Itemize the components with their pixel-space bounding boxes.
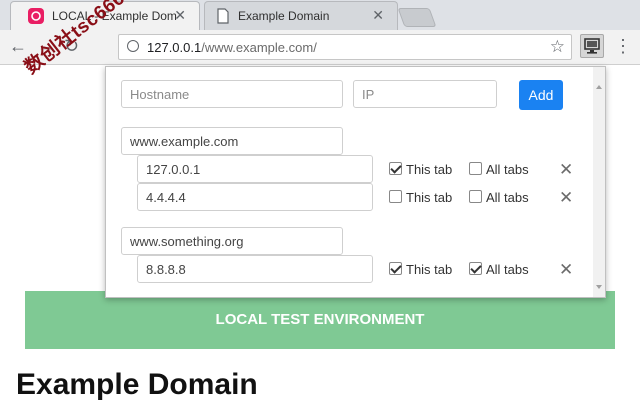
environment-banner: LOCAL TEST ENVIRONMENT — [25, 291, 615, 349]
this-tab-checkbox[interactable] — [389, 162, 402, 175]
url-path: /www.example.com/ — [201, 40, 317, 55]
delete-icon[interactable]: ✕ — [559, 161, 573, 178]
this-tab-label: This tab — [406, 262, 453, 277]
all-tabs-checkbox[interactable] — [469, 262, 482, 275]
this-tab-checkbox[interactable] — [389, 262, 402, 275]
page-title: Example Domain — [16, 368, 258, 401]
menu-kebab-icon[interactable]: ⋮ — [614, 36, 632, 56]
star-icon[interactable]: ☆ — [550, 37, 565, 57]
group-host-field[interactable] — [121, 227, 343, 255]
scroll-up-icon[interactable] — [596, 85, 602, 89]
all-tabs-label: All tabs — [486, 262, 529, 277]
popup-scrollbar[interactable] — [593, 67, 605, 297]
close-icon[interactable]: ✕ — [372, 7, 384, 24]
all-tabs-label: All tabs — [486, 162, 529, 177]
this-tab-label: This tab — [406, 190, 453, 205]
all-tabs-label: All tabs — [486, 190, 529, 205]
document-icon — [216, 8, 232, 24]
entry-ip-field[interactable] — [137, 183, 373, 211]
info-icon[interactable] — [127, 40, 139, 52]
browser-toolbar: ← → ↻ 127.0.0.1/www.example.com/ ☆ — [0, 30, 640, 65]
hosts-popup: Add This tab All tabs ✕ This tab All tab… — [105, 66, 606, 298]
banner-text: LOCAL TEST ENVIRONMENT — [215, 311, 425, 328]
add-button[interactable]: Add — [519, 80, 563, 110]
url-host: 127.0.0.1 — [147, 40, 202, 55]
new-tab-button[interactable] — [397, 8, 437, 27]
delete-icon[interactable]: ✕ — [559, 261, 573, 278]
all-tabs-checkbox[interactable] — [469, 162, 482, 175]
tab-example-domain[interactable]: Example Domain ✕ — [204, 1, 398, 30]
this-tab-checkbox[interactable] — [389, 190, 402, 203]
extension-monitor-icon[interactable] — [580, 34, 604, 58]
all-tabs-checkbox[interactable] — [469, 190, 482, 203]
group-host-field[interactable] — [121, 127, 343, 155]
url-text: 127.0.0.1/www.example.com/ — [147, 40, 317, 55]
delete-icon[interactable]: ✕ — [559, 189, 573, 206]
entry-ip-field[interactable] — [137, 155, 373, 183]
entry-ip-field[interactable] — [137, 255, 373, 283]
tab-title: Example Domain — [238, 9, 330, 23]
favicon-icon — [28, 8, 44, 24]
close-icon[interactable]: ✕ — [174, 7, 186, 24]
address-bar[interactable]: 127.0.0.1/www.example.com/ ☆ — [118, 34, 572, 60]
this-tab-label: This tab — [406, 162, 453, 177]
scroll-down-icon[interactable] — [596, 285, 602, 289]
ip-input[interactable] — [353, 80, 497, 108]
hostname-input[interactable] — [121, 80, 343, 108]
